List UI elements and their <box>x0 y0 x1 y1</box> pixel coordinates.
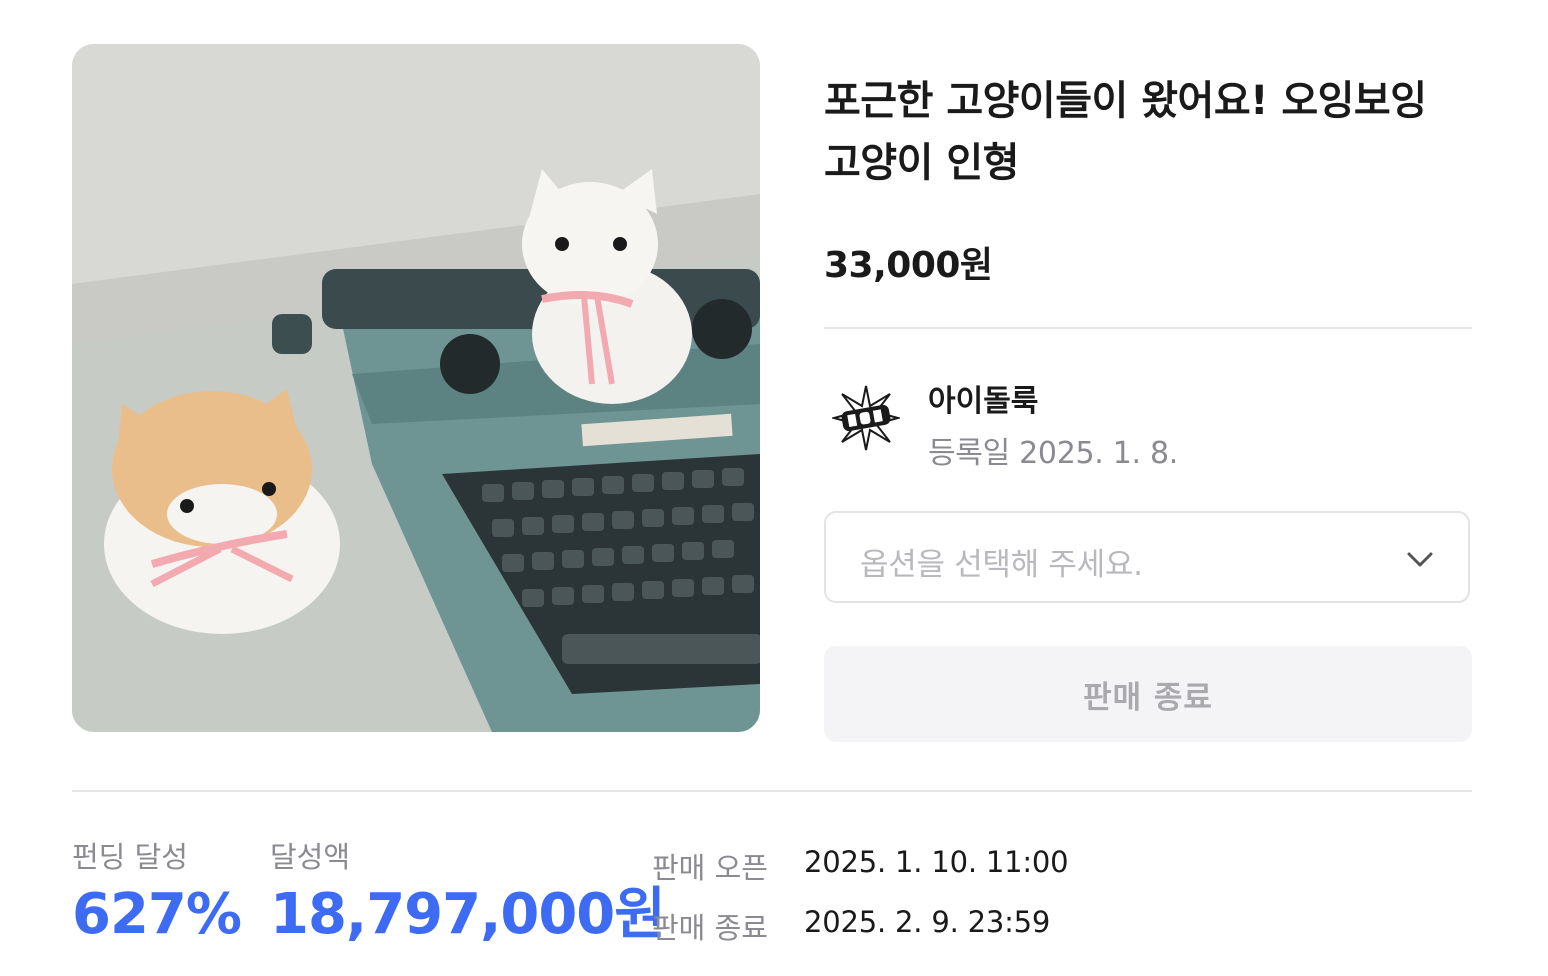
option-select[interactable]: 옵션을 선택해 주세요. <box>824 511 1470 603</box>
product-photo-illustration <box>72 44 760 732</box>
sale-close-label: 판매 종료 <box>652 911 768 945</box>
product-info: 포근한 고양이들이 왔어요! 오잉보잉 고양이 인형 33,000원 아이돌룩 … <box>824 70 1472 742</box>
sold-out-button[interactable]: 판매 종료 <box>824 646 1472 742</box>
divider <box>824 327 1472 329</box>
option-select-placeholder: 옵션을 선택해 주세요. <box>860 547 1143 583</box>
funding-rate-label: 펀딩 달성 <box>72 840 188 874</box>
funding-amount-label: 달성액 <box>270 840 351 874</box>
product-page: 포근한 고양이들이 왔어요! 오잉보잉 고양이 인형 33,000원 아이돌룩 … <box>0 0 1548 976</box>
sale-open-value: 2025. 1. 10. 11:00 <box>804 845 1069 879</box>
sale-close-value: 2025. 2. 9. 23:59 <box>804 905 1051 939</box>
seller-name[interactable]: 아이돌룩 <box>928 376 1038 420</box>
seller-logo-icon[interactable] <box>832 384 900 452</box>
chevron-down-icon <box>1407 552 1433 567</box>
product-title: 포근한 고양이들이 왔어요! 오잉보잉 고양이 인형 <box>824 78 1427 186</box>
funding-amount-value: 18,797,000원 <box>270 882 666 947</box>
funding-rate-value: 627% <box>72 882 242 947</box>
product-image[interactable] <box>72 44 760 732</box>
seller-registered-date: 등록일 2025. 1. 8. <box>928 436 1179 471</box>
section-divider <box>72 790 1472 792</box>
sale-open-label: 판매 오픈 <box>652 851 768 885</box>
product-price: 33,000원 <box>824 245 993 286</box>
seller-profile[interactable]: 아이돌룩 등록일 2025. 1. 8. <box>824 376 1472 476</box>
